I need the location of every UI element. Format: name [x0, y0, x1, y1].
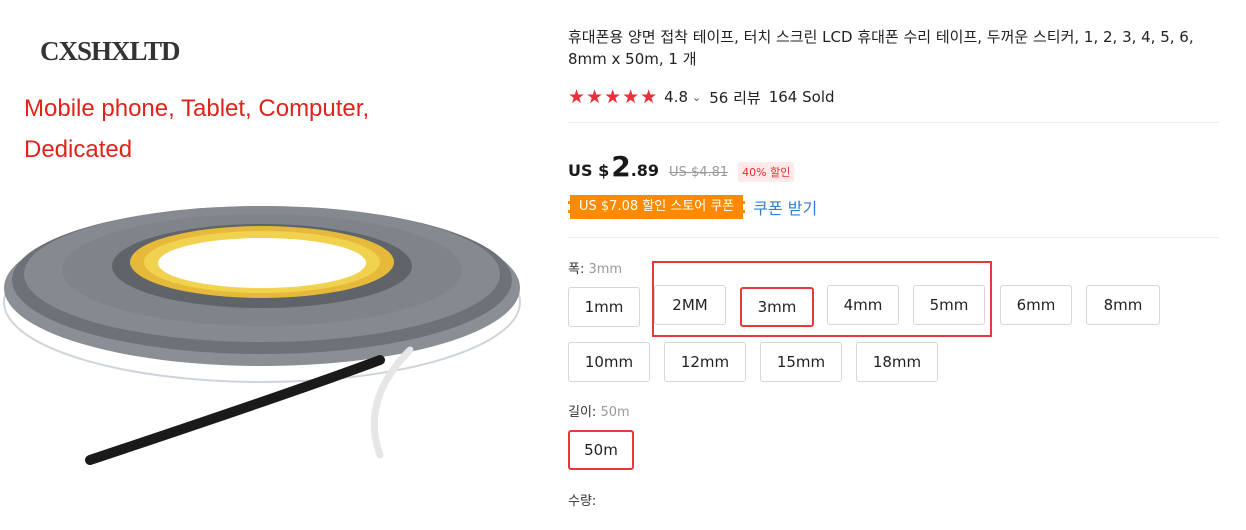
width-option-5mm[interactable]: 5mm: [913, 285, 985, 325]
width-option-10mm[interactable]: 10mm: [568, 342, 650, 382]
width-option-3mm[interactable]: 3mm: [740, 287, 814, 327]
original-price: US $4.81: [669, 165, 729, 180]
star-rating-icons: ★★★★★: [568, 86, 659, 108]
rating-row: ★★★★★ 4.8 ⌄ 56 리뷰 164 Sold: [568, 86, 835, 108]
width-option-8mm[interactable]: 8mm: [1086, 285, 1160, 325]
divider: [568, 237, 1220, 238]
rating-score[interactable]: 4.8: [664, 88, 688, 106]
tape-roll-image: [3, 206, 521, 465]
price-currency: US $: [568, 161, 610, 180]
discount-badge: 40% 할인: [738, 162, 795, 182]
brand-logo: CXSHXLTD: [40, 36, 181, 66]
width-option-6mm[interactable]: 6mm: [1000, 285, 1072, 325]
get-coupon-link[interactable]: 쿠폰 받기: [753, 195, 817, 219]
width-label-text: 폭: [568, 262, 580, 277]
sold-count: 164 Sold: [768, 88, 835, 106]
divider: [568, 122, 1220, 123]
width-option-4mm[interactable]: 4mm: [827, 285, 899, 325]
coupon-row: US $7.08 할인 스토어 쿠폰 쿠폰 받기: [568, 195, 817, 219]
store-coupon-badge[interactable]: US $7.08 할인 스토어 쿠폰: [568, 195, 746, 219]
width-option-label: 폭: 3mm: [568, 262, 623, 277]
length-option-label: 길이: 50m: [568, 405, 630, 420]
reviews-link[interactable]: 56 리뷰: [709, 87, 760, 108]
price-row: US $ 2 .89 US $4.81 40% 할인: [568, 150, 795, 183]
width-option-1mm[interactable]: 1mm: [568, 287, 640, 327]
width-selected-value: 3mm: [588, 262, 623, 277]
width-option-18mm[interactable]: 18mm: [856, 342, 938, 382]
price-decimal: .89: [630, 161, 660, 180]
width-option-15mm[interactable]: 15mm: [760, 342, 842, 382]
length-label-text: 길이: [568, 405, 592, 420]
quantity-label: 수량:: [568, 494, 597, 509]
product-image[interactable]: CXSHXLTD Mobile phone, Tablet, Computer,…: [0, 0, 540, 530]
length-selected-value: 50m: [600, 405, 630, 420]
chevron-down-icon[interactable]: ⌄: [692, 91, 701, 104]
width-option-2mm[interactable]: 2MM: [654, 285, 726, 325]
price-integer: 2: [611, 150, 631, 183]
promo-text: Mobile phone, Tablet, Computer, Dedicate…: [24, 95, 370, 163]
product-title: 휴대폰용 양면 접착 테이프, 터치 스크린 LCD 휴대폰 수리 테이프, 두…: [568, 28, 1194, 68]
width-option-12mm[interactable]: 12mm: [664, 342, 746, 382]
length-option-50m[interactable]: 50m: [568, 430, 634, 470]
